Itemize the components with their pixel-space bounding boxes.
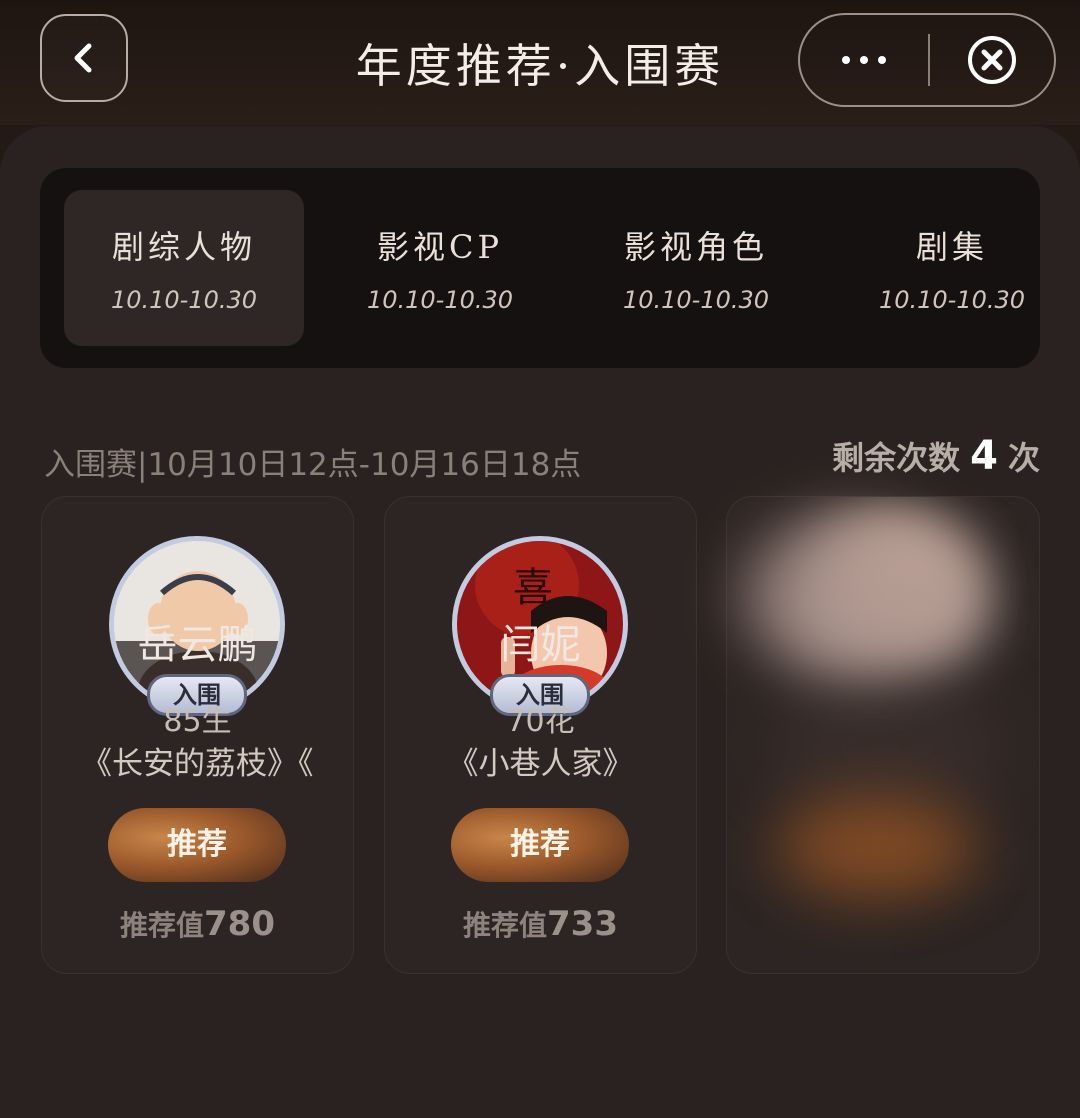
card-content: 岳云鹏 85生 《长安的荔枝》《三 推荐 推荐值780 [41, 0, 354, 1118]
candidate-tag: 85生 [163, 704, 232, 739]
remaining-votes: 剩余次数 4 次 [832, 433, 1040, 479]
more-dots-icon [842, 56, 886, 64]
more-button[interactable] [800, 15, 928, 105]
candidate-works: 《小巷人家》 [447, 746, 634, 782]
tab-series[interactable]: 剧集 10.10-10.30 [832, 190, 1072, 346]
recommend-value-label: 推荐值 [120, 909, 205, 942]
candidate-tag: 70花 [506, 704, 575, 739]
recommend-button[interactable]: 推荐 [451, 808, 629, 882]
blurred-avatar [740, 515, 970, 675]
close-circle-icon [968, 36, 1016, 84]
card-content: 闫妮 70花 《小巷人家》 推荐 推荐值733 [384, 0, 697, 1118]
recommend-value: 推荐值733 [384, 904, 697, 944]
mini-program-capsule [798, 13, 1056, 107]
recommend-value: 推荐值780 [41, 904, 354, 944]
candidate-works: 《长安的荔枝》《三 [81, 746, 314, 782]
close-button[interactable] [930, 15, 1054, 105]
recommend-value-number: 780 [204, 904, 275, 944]
recommend-value-label: 推荐值 [463, 909, 548, 942]
remaining-count: 4 [970, 433, 998, 479]
tab-date: 10.10-10.30 [878, 286, 1026, 314]
recommend-button[interactable]: 推荐 [108, 808, 286, 882]
candidate-name: 岳云鹏 [137, 622, 258, 668]
tab-label: 剧集 [915, 228, 988, 266]
candidate-name: 闫妮 [500, 622, 581, 668]
remaining-unit: 次 [1007, 439, 1040, 477]
remaining-label: 剩余次数 [832, 439, 961, 477]
recommend-value-number: 733 [547, 904, 618, 944]
